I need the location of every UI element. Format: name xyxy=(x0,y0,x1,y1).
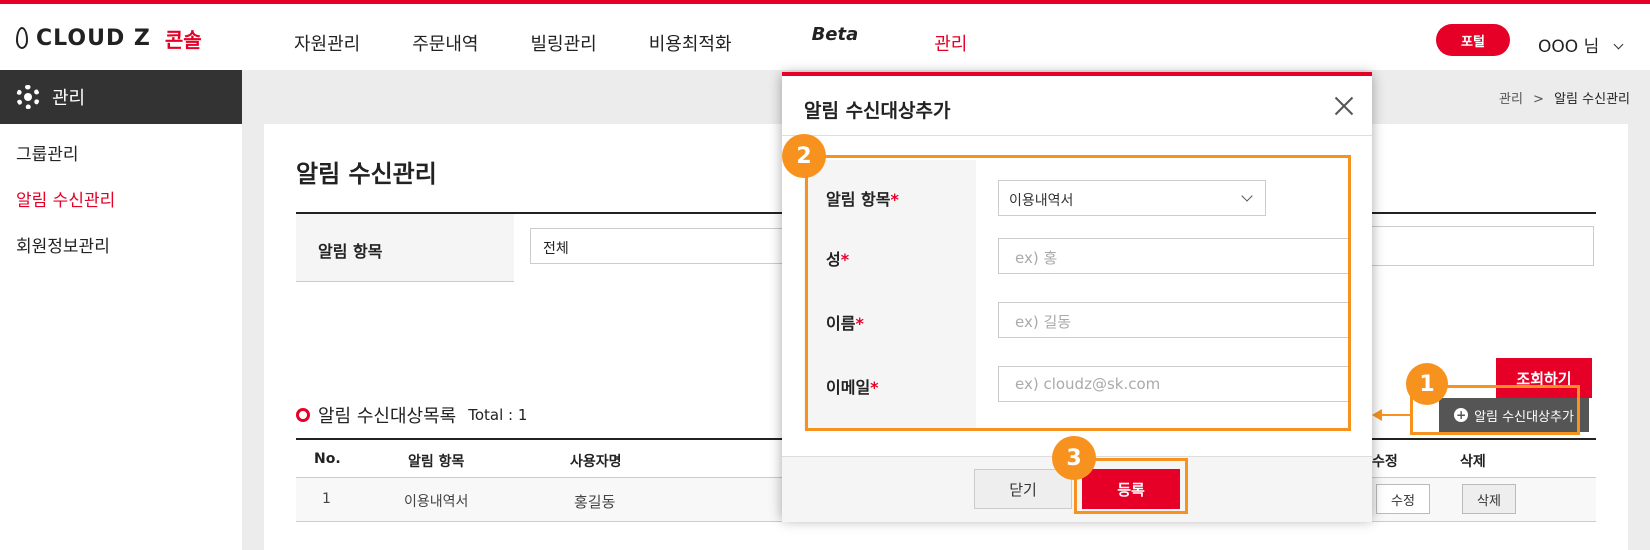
nav-item-cost-optimization[interactable]: 비용최적화 Beta xyxy=(648,24,883,56)
list-title: 알림 수신대상목록 xyxy=(318,406,457,427)
step-marker-1: 1 xyxy=(1406,363,1448,405)
nav-item-label: 비용최적화 xyxy=(648,34,732,55)
modal-title: 알림 수신대상추가 xyxy=(804,100,951,122)
user-menu[interactable]: OOO 님 xyxy=(1538,32,1624,57)
cell-user: 홍길동 xyxy=(574,493,616,511)
logo[interactable]: CLOUD Z 콘솔 xyxy=(16,24,202,52)
close-icon[interactable] xyxy=(1330,92,1358,120)
sidebar-title: 관리 xyxy=(52,88,86,109)
sidebar-header: 관리 xyxy=(0,70,242,124)
modal-header: 알림 수신대상추가 xyxy=(782,76,1372,136)
edit-button[interactable]: 수정 xyxy=(1376,484,1430,514)
breadcrumb-parent[interactable]: 관리 xyxy=(1499,92,1523,107)
column-header-item: 알림 항목 xyxy=(408,454,465,470)
cell-item: 이용내역서 xyxy=(404,494,469,510)
close-button[interactable]: 닫기 xyxy=(974,469,1072,509)
sidebar-item-member-info[interactable]: 회원정보관리 xyxy=(0,224,242,270)
form-highlight xyxy=(805,155,1351,431)
pointer-arrow-head-icon xyxy=(1372,409,1382,421)
step-marker-3: 3 xyxy=(1052,436,1096,480)
step-marker-2: 2 xyxy=(782,134,826,178)
pointer-arrow-line xyxy=(1380,414,1410,416)
list-total: Total : 1 xyxy=(468,406,528,424)
filter-input[interactable] xyxy=(1334,226,1594,266)
header: CLOUD Z 콘솔 자원관리 주문내역 빌링관리 비용최적화 Beta 관리 포… xyxy=(0,4,1650,70)
filter-select[interactable]: 전체 xyxy=(530,228,790,264)
delete-button[interactable]: 삭제 xyxy=(1462,484,1516,514)
breadcrumb-current: 알림 수신관리 xyxy=(1554,92,1630,107)
user-name: OOO xyxy=(1538,37,1579,57)
logo-subtitle: 콘솔 xyxy=(164,27,202,52)
page-title: 알림 수신관리 xyxy=(296,160,437,188)
nav-item-orders[interactable]: 주문내역 xyxy=(412,30,478,56)
column-header-edit: 수정 xyxy=(1372,454,1398,470)
beta-badge: Beta xyxy=(811,24,859,45)
column-header-delete: 삭제 xyxy=(1460,454,1486,470)
cell-no: 1 xyxy=(322,491,331,507)
gear-icon xyxy=(16,85,40,109)
sidebar-item-notification[interactable]: 알림 수신관리 xyxy=(0,178,242,224)
logo-drop-icon xyxy=(16,27,28,49)
breadcrumb: 관리 > 알림 수신관리 xyxy=(1499,88,1630,107)
column-header-user: 사용자명 xyxy=(570,454,622,470)
circle-bullet-icon xyxy=(296,408,310,422)
nav-item-management[interactable]: 관리 xyxy=(934,30,967,56)
portal-button[interactable]: 포털 xyxy=(1436,24,1510,56)
user-suffix: 님 xyxy=(1583,37,1600,57)
logo-text: CLOUD Z xyxy=(36,25,151,51)
chevron-down-icon xyxy=(1613,39,1624,50)
sidebar: 관리 그룹관리 알림 수신관리 회원정보관리 xyxy=(0,70,242,550)
nav-item-resources[interactable]: 자원관리 xyxy=(294,30,360,56)
main-nav: 자원관리 주문내역 빌링관리 비용최적화 Beta 관리 xyxy=(294,24,1019,56)
column-header-no: No. xyxy=(314,451,341,467)
filter-label: 알림 항목 xyxy=(318,242,383,261)
nav-item-billing[interactable]: 빌링관리 xyxy=(531,30,597,56)
list-header: 알림 수신대상목록 Total : 1 xyxy=(296,402,527,428)
breadcrumb-separator: > xyxy=(1533,92,1544,107)
sidebar-item-group[interactable]: 그룹관리 xyxy=(0,132,242,178)
